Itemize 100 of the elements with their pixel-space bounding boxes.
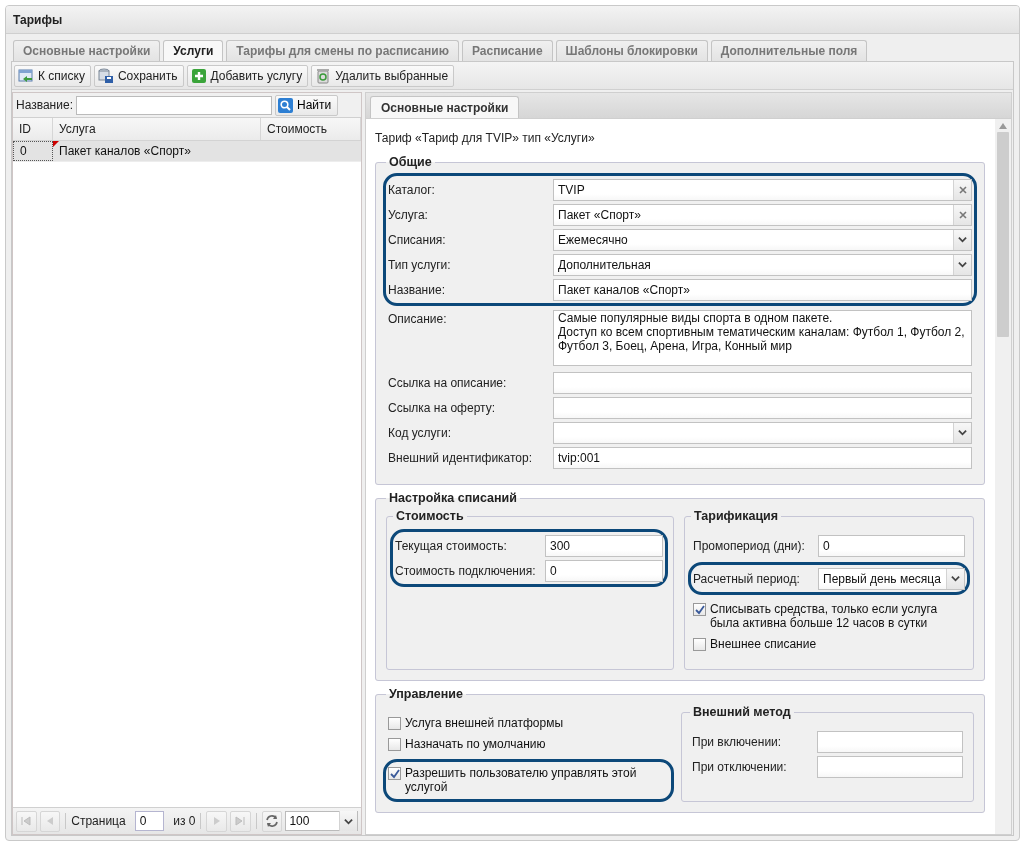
text-field[interactable]: Пакет «Спорт» [553, 203, 972, 226]
refresh-icon [265, 814, 280, 828]
field-label: Текущая стоимость: [395, 538, 508, 553]
text-field[interactable]: 300 [545, 534, 663, 557]
text-field[interactable] [553, 371, 972, 394]
page-count: из 0 [173, 814, 196, 828]
chevron-down-icon [958, 235, 967, 244]
grid-row[interactable]: 0 Пакет каналов «Спорт» [13, 141, 361, 162]
triangle-right-icon [212, 816, 221, 826]
plus-icon [190, 67, 207, 84]
clear-button[interactable] [953, 204, 971, 225]
tab[interactable]: Тарифы для смены по расписанию [226, 40, 459, 61]
check-icon [389, 768, 400, 779]
column-header[interactable]: Стоимость [261, 118, 361, 140]
clear-button[interactable] [953, 179, 971, 200]
field-label: Тип услуги: [388, 257, 452, 272]
text-field[interactable] [553, 396, 972, 419]
previous-page-button[interactable] [39, 810, 61, 832]
field-label: Ссылка на описание: [388, 375, 508, 390]
dropdown-field[interactable]: Ежемесячно [553, 228, 972, 251]
field-label: При отключении: [692, 759, 788, 774]
page-size-dropdown[interactable]: 100 [285, 811, 359, 831]
field-label: При включении: [692, 734, 783, 749]
tab[interactable]: Услуги [163, 40, 224, 61]
triangle-left-icon [45, 816, 54, 826]
dropdown-field[interactable]: Дополнительная [553, 253, 972, 276]
section-title: Общие [388, 155, 433, 169]
tab[interactable]: Основные настройки [370, 96, 520, 118]
field-label: Код услуги: [388, 425, 453, 440]
tab[interactable]: Расписание [462, 40, 553, 61]
dropdown-trigger[interactable] [339, 811, 358, 831]
field-label: Расчетный период: [693, 571, 801, 586]
form-heading: Тариф «Тариф для TVIP» тип «Услуги» [375, 131, 596, 145]
dropdown-field[interactable]: Первый день месяца [818, 567, 965, 590]
find-button[interactable]: Найти [274, 94, 339, 116]
field-label: Внешний идентификатор: [388, 450, 534, 465]
scrollbar-thumb[interactable] [997, 132, 1009, 337]
chevron-down-icon [951, 574, 960, 583]
checkbox[interactable]: Услуга внешней платформы [388, 713, 669, 734]
table-cell: Пакет каналов «Спорт» [53, 141, 361, 161]
section-title: Стоимость [395, 509, 465, 523]
last-page-icon [235, 816, 246, 826]
checkbox[interactable]: Назначать по умолчанию [388, 734, 669, 755]
checkbox[interactable]: Разрешить пользователю управлять этой услугой [388, 763, 669, 798]
recycle-bin-icon [315, 67, 332, 84]
page-field[interactable]: 0 [134, 811, 165, 831]
close-icon [958, 210, 967, 219]
text-field[interactable]: tvip:001 [553, 446, 972, 469]
window-title: Тарифы [13, 12, 63, 27]
text-field[interactable]: 0 [545, 559, 663, 582]
dropdown-trigger[interactable] [946, 568, 964, 589]
search-field[interactable] [75, 95, 272, 115]
tab[interactable]: Основные настройки [13, 40, 161, 61]
text-field[interactable]: 0 [818, 534, 965, 557]
next-page-button[interactable] [206, 810, 228, 832]
table-cell: 0 [13, 141, 53, 161]
scrollbar[interactable] [995, 119, 1011, 834]
section-title: Тарификация [693, 509, 780, 523]
section-title: Управление [388, 687, 464, 701]
field-label: Списания: [388, 232, 447, 247]
toolbar-button[interactable]: Удалить выбранные [311, 64, 455, 87]
field-label: Описание: [388, 311, 448, 326]
text-field[interactable] [817, 755, 963, 778]
dropdown-trigger[interactable] [953, 422, 971, 443]
toolbar-button[interactable]: Сохранить [93, 64, 184, 87]
field-label: Ссылка на оферту: [388, 400, 497, 415]
text-area[interactable]: Самые популярные виды спорта в одном пакете. Доступ ко всем спортивным тематическим каналам: Футбол 1, Футбол 2, Футбол 3, Боец, Арена, Игра, Конный мир [553, 310, 972, 366]
column-header[interactable]: Услуга [53, 118, 261, 140]
field-label: Услуга: [388, 207, 429, 222]
dropdown-trigger[interactable] [953, 229, 971, 250]
refresh-button[interactable] [261, 810, 283, 832]
tab[interactable]: Шаблоны блокировки [555, 40, 708, 61]
first-page-button[interactable] [16, 810, 37, 832]
field-label: Стоимость подключения: [395, 563, 537, 578]
dropdown-trigger[interactable] [953, 254, 971, 275]
check-icon [694, 604, 705, 615]
column-header[interactable]: ID [13, 118, 53, 140]
toolbar-button[interactable]: К списку [14, 64, 91, 87]
chevron-down-icon [958, 260, 967, 269]
text-field[interactable]: TVIP [553, 178, 972, 201]
page-label: Страница [71, 814, 126, 828]
first-page-icon [21, 816, 32, 826]
text-field[interactable]: Пакет каналов «Спорт» [553, 278, 972, 301]
close-icon [958, 185, 967, 194]
triangle-up-icon [999, 123, 1007, 129]
chevron-down-icon [958, 428, 967, 437]
text-field[interactable] [817, 730, 963, 753]
section-title: Внешний метод [692, 705, 792, 719]
field-label: Промопериод (дни): [693, 538, 806, 553]
dropdown-field[interactable] [553, 421, 972, 444]
checkbox[interactable]: Внешнее списание [693, 634, 965, 655]
field-label: Каталог: [388, 182, 436, 197]
checkbox[interactable]: Списывать средства, только если услуга была активна больше 12 часов в сутки [693, 599, 965, 634]
last-page-button[interactable] [230, 810, 251, 832]
toolbar-button[interactable]: Добавить услугу [186, 64, 309, 87]
chevron-down-icon [344, 816, 354, 826]
search-icon [277, 97, 293, 113]
field-label: Название: [388, 282, 446, 297]
database-save-icon [97, 67, 114, 84]
tab[interactable]: Дополнительные поля [710, 40, 868, 61]
